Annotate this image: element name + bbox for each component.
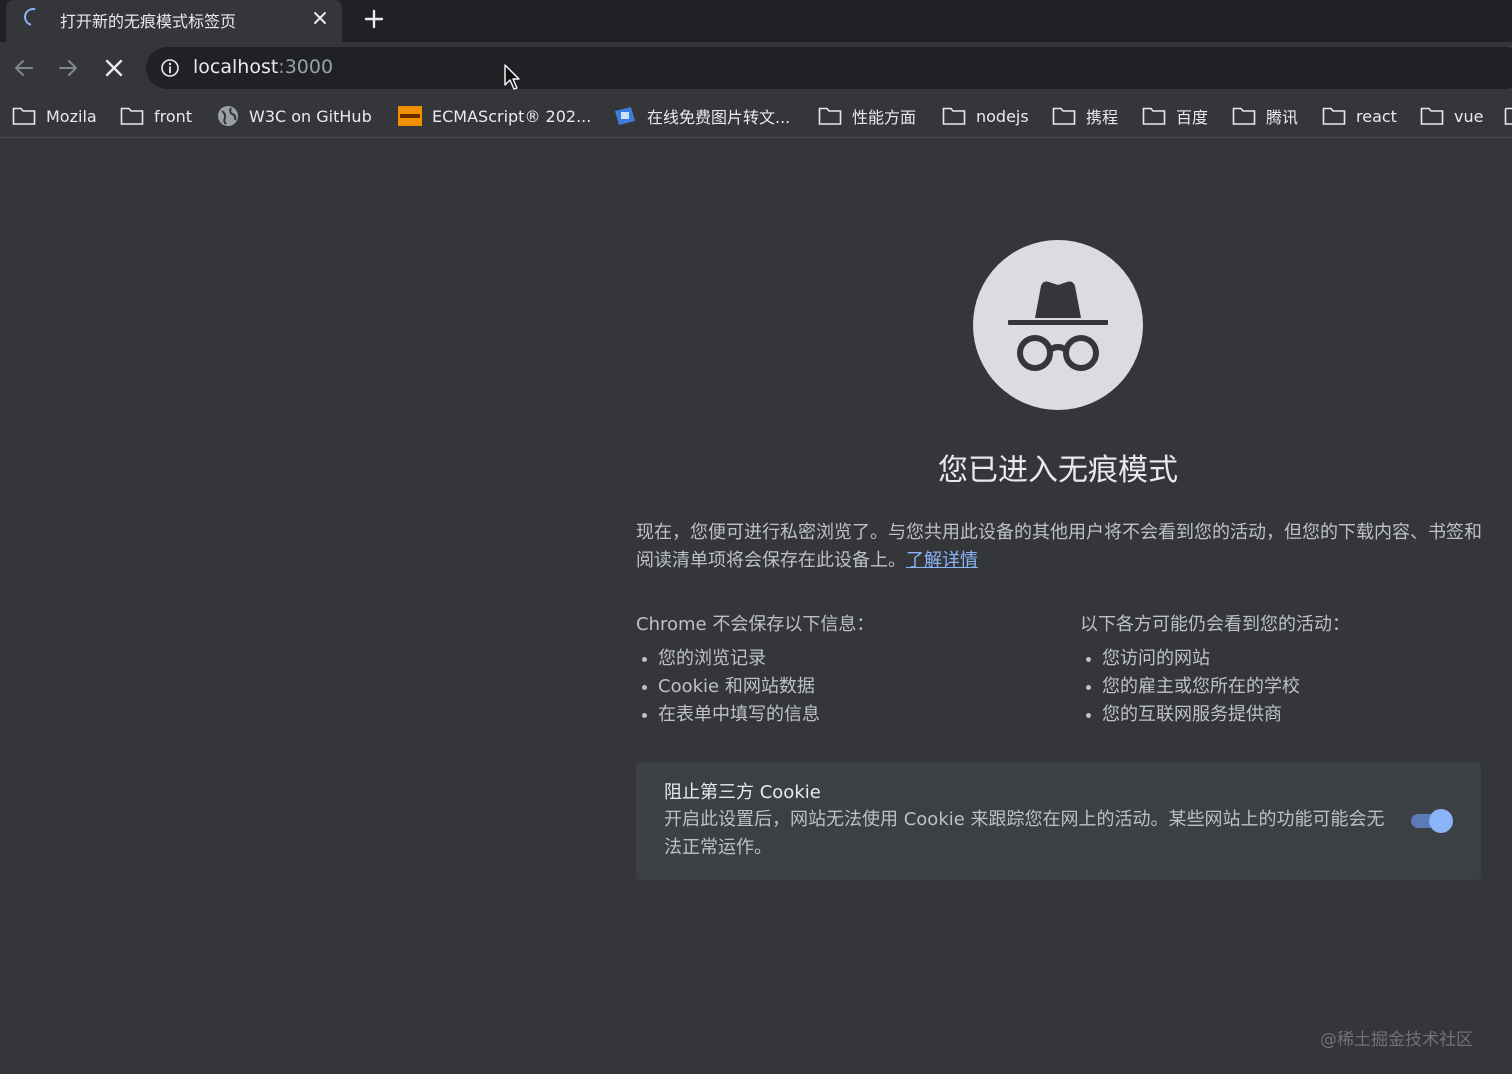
arrow-left-icon bbox=[15, 60, 33, 76]
list-item: 您的雇主或您所在的学校 bbox=[1080, 673, 1500, 701]
bookmark-label: 在线免费图片转文... bbox=[647, 108, 791, 127]
intro-paragraph: 现在，您便可进行私密浏览了。与您共用此设备的其他用户将不会看到您的活动，但您的下… bbox=[636, 522, 1482, 571]
bookmark-ctrip[interactable]: 携程 bbox=[1052, 104, 1118, 128]
tab-close-button[interactable] bbox=[308, 6, 332, 30]
bookmark-label: 腾讯 bbox=[1266, 108, 1299, 127]
bookmark-w3c-on-github[interactable]: W3C on GitHub bbox=[217, 104, 372, 128]
visible-to-section: 以下各方可能仍会看到您的活动： 您访问的网站 您的雇主或您所在的学校 您的互联网… bbox=[1080, 611, 1500, 729]
folder-icon bbox=[1232, 107, 1256, 125]
url-port: :3000 bbox=[278, 56, 334, 78]
tab-strip: 打开新的无痕模式标签页 bbox=[0, 0, 1512, 42]
third-party-cookie-card: 阻止第三方 Cookie 开启此设置后，网站无法使用 Cookie 来跟踪您在网… bbox=[636, 762, 1481, 880]
not-saved-list: 您的浏览记录 Cookie 和网站数据 在表单中填写的信息 bbox=[636, 645, 1056, 729]
globe-icon bbox=[218, 106, 238, 126]
tab-title: 打开新的无痕模式标签页 bbox=[60, 12, 237, 31]
bookmark-mozila[interactable]: Mozila bbox=[12, 104, 97, 128]
folder-icon bbox=[1420, 107, 1444, 125]
intro-text: 现在，您便可进行私密浏览了。与您共用此设备的其他用户将不会看到您的活动，但您的下… bbox=[636, 519, 1482, 575]
close-icon bbox=[105, 59, 123, 77]
bookmark-label: front bbox=[154, 106, 193, 126]
list-item: 您访问的网站 bbox=[1080, 645, 1500, 673]
site-favicon bbox=[615, 107, 635, 125]
bookmark-image-to-text[interactable]: 在线免费图片转文... bbox=[613, 104, 790, 128]
learn-more-link[interactable]: 了解详情 bbox=[906, 550, 978, 571]
folder-icon bbox=[120, 107, 144, 125]
plus-icon bbox=[364, 9, 384, 29]
bookmark-label: Mozila bbox=[46, 106, 97, 126]
new-tab-button[interactable] bbox=[360, 5, 388, 33]
bookmark-nodejs[interactable]: nodejs bbox=[942, 104, 1029, 128]
tab-active[interactable]: 打开新的无痕模式标签页 bbox=[6, 0, 342, 42]
bookmark-baidu[interactable]: 百度 bbox=[1142, 104, 1208, 128]
address-bar[interactable]: localhost:3000 bbox=[146, 47, 1512, 89]
list-item: 您的浏览记录 bbox=[636, 645, 1056, 673]
arrow-right-icon bbox=[59, 60, 77, 76]
folder-icon bbox=[942, 107, 966, 125]
bookmarks-bar: Mozila front W3C on GitHub ECMAScript® 2… bbox=[0, 94, 1512, 138]
bookmark-label: vue bbox=[1454, 106, 1484, 126]
bookmark-label: W3C on GitHub bbox=[249, 106, 372, 126]
bookmark-vue[interactable]: vue bbox=[1420, 104, 1483, 128]
not-saved-section: Chrome 不会保存以下信息： 您的浏览记录 Cookie 和网站数据 在表单… bbox=[636, 611, 1056, 729]
not-saved-title: Chrome 不会保存以下信息： bbox=[636, 614, 875, 635]
page-title: 您已进入无痕模式 bbox=[938, 453, 1178, 488]
folder-icon bbox=[818, 107, 842, 125]
folder-icon bbox=[1052, 107, 1076, 125]
block-cookies-toggle[interactable] bbox=[1409, 809, 1453, 833]
stop-loading-button[interactable] bbox=[98, 52, 130, 84]
folder-icon bbox=[1142, 107, 1166, 125]
list-item: Cookie 和网站数据 bbox=[636, 673, 1056, 701]
toggle-knob bbox=[1429, 809, 1453, 833]
watermark: @稀土掘金技术社区 bbox=[1320, 1030, 1473, 1050]
folder-icon bbox=[1322, 107, 1346, 125]
list-item: 在表单中填写的信息 bbox=[636, 701, 1056, 729]
bookmark-performance[interactable]: 性能方面 bbox=[818, 104, 916, 128]
bookmark-label: 性能方面 bbox=[852, 108, 917, 127]
url-text: localhost:3000 bbox=[193, 56, 333, 78]
cookie-card-title: 阻止第三方 Cookie bbox=[664, 782, 821, 803]
ecma-favicon bbox=[398, 106, 422, 126]
folder-icon bbox=[12, 107, 36, 125]
close-icon bbox=[314, 12, 326, 24]
back-button[interactable] bbox=[8, 52, 40, 84]
bookmark-label: nodejs bbox=[976, 106, 1029, 126]
toolbar: localhost:3000 bbox=[0, 42, 1512, 94]
bookmark-tencent[interactable]: 腾讯 bbox=[1232, 104, 1298, 128]
loading-spinner-icon bbox=[20, 4, 46, 30]
url-host: localhost bbox=[193, 56, 279, 78]
bookmark-label: react bbox=[1356, 106, 1397, 126]
folder-icon bbox=[1504, 107, 1512, 125]
info-icon[interactable] bbox=[160, 58, 180, 78]
incognito-page: 您已进入无痕模式 现在，您便可进行私密浏览了。与您共用此设备的其他用户将不会看到… bbox=[0, 139, 1512, 1074]
incognito-icon bbox=[1008, 281, 1108, 371]
bookmark-label: 百度 bbox=[1176, 108, 1209, 127]
bookmark-label: 携程 bbox=[1086, 108, 1119, 127]
visible-to-list: 您访问的网站 您的雇主或您所在的学校 您的互联网服务提供商 bbox=[1080, 645, 1500, 729]
visible-to-title: 以下各方可能仍会看到您的活动： bbox=[1080, 614, 1350, 635]
bookmark-ecmascript[interactable]: ECMAScript® 202... bbox=[398, 104, 591, 128]
cookie-card-description: 开启此设置后，网站无法使用 Cookie 来跟踪您在网上的活动。某些网站上的功能… bbox=[664, 809, 1385, 858]
list-item: 您的互联网服务提供商 bbox=[1080, 701, 1500, 729]
forward-button[interactable] bbox=[52, 52, 84, 84]
bookmark-overflow[interactable] bbox=[1504, 104, 1512, 128]
incognito-badge bbox=[973, 240, 1143, 410]
bookmark-front[interactable]: front bbox=[120, 104, 192, 128]
bookmark-react[interactable]: react bbox=[1322, 104, 1397, 128]
mouse-cursor-icon bbox=[504, 64, 520, 90]
bookmark-label: ECMAScript® 202... bbox=[432, 106, 592, 126]
